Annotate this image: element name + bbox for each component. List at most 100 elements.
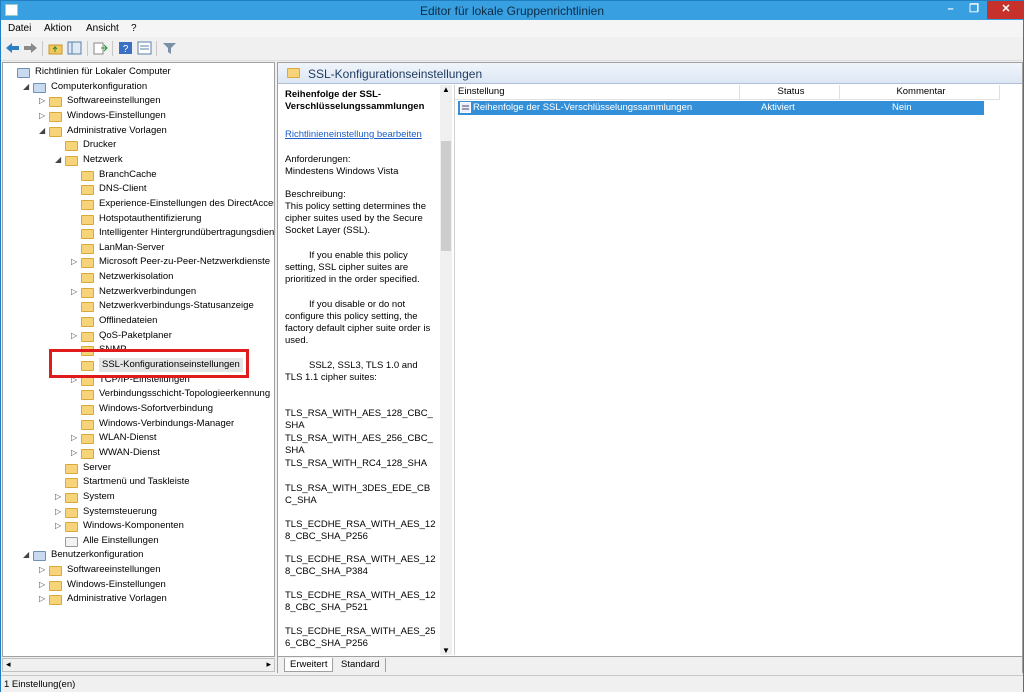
- folder-icon: [49, 566, 62, 577]
- tree-item[interactable]: Netzwerkverbindungs-Statusanzeige: [3, 299, 274, 313]
- folder-icon: [81, 214, 94, 225]
- tree-item[interactable]: Server: [3, 461, 274, 475]
- tree-item[interactable]: ◢ Computerkonfiguration: [3, 80, 274, 94]
- description-paragraph: This policy setting determines the ciphe…: [285, 201, 426, 236]
- tree-item[interactable]: Alle Einstellungen: [3, 534, 274, 548]
- scroll-up-icon[interactable]: ▲: [442, 85, 450, 94]
- folder-icon: [65, 478, 78, 489]
- forward-icon[interactable]: [23, 41, 38, 55]
- collapsed-arrow-icon[interactable]: ▷: [55, 519, 63, 533]
- expanded-arrow-icon[interactable]: ◢: [39, 124, 47, 138]
- scroll-left-icon[interactable]: ◂: [6, 659, 11, 670]
- collapsed-arrow-icon[interactable]: ▷: [71, 446, 79, 460]
- tree-item[interactable]: Drucker: [3, 138, 274, 152]
- tree-item[interactable]: Windows-Sofortverbindung: [3, 402, 274, 416]
- menu-datei[interactable]: Datei: [8, 23, 31, 34]
- tree-item[interactable]: ◢ Netzwerk: [3, 153, 274, 167]
- scroll-right-icon[interactable]: ▸: [266, 659, 271, 670]
- tree-item[interactable]: ▷ WWAN-Dienst: [3, 446, 274, 460]
- tree-item[interactable]: ▷ Softwareeinstellungen: [3, 563, 274, 577]
- menu-help[interactable]: ?: [131, 23, 137, 34]
- table-row[interactable]: Reihenfolge der SSL-Verschlüsselungssamm…: [458, 101, 984, 115]
- filter-icon[interactable]: [162, 41, 177, 55]
- tree-item[interactable]: DNS-Client: [3, 182, 274, 196]
- tree-item[interactable]: Verbindungsschicht-Topologieerkennung: [3, 387, 274, 401]
- tree-item[interactable]: Hotspotauthentifizierung: [3, 212, 274, 226]
- export-icon[interactable]: [93, 41, 108, 55]
- tree-item[interactable]: BranchCache: [3, 168, 274, 182]
- folder-icon: [81, 434, 94, 445]
- tree-item[interactable]: ◢ Benutzerkonfiguration: [3, 548, 274, 562]
- collapsed-arrow-icon[interactable]: ▷: [55, 505, 63, 519]
- tree-item[interactable]: ▷ System: [3, 490, 274, 504]
- collapsed-arrow-icon[interactable]: ▷: [39, 109, 47, 123]
- tree-item[interactable]: Intelligenter Hintergrundübertragungsdie…: [3, 226, 274, 240]
- collapsed-arrow-icon[interactable]: ▷: [39, 578, 47, 592]
- folder-icon: [81, 404, 94, 415]
- status-text: 1 Einstellung(en): [4, 679, 76, 690]
- tree-item[interactable]: ▷ Softwareeinstellungen: [3, 94, 274, 108]
- maximize-button[interactable]: ❐: [963, 1, 985, 19]
- tree-item[interactable]: Netzwerkisolation: [3, 270, 274, 284]
- tree-item-label: Alle Einstellungen: [83, 534, 159, 546]
- tree-item[interactable]: LanMan-Server: [3, 241, 274, 255]
- tree-item[interactable]: Startmenü und Taskleiste: [3, 475, 274, 489]
- scrollbar-thumb[interactable]: [441, 141, 451, 251]
- folder-icon: [65, 141, 78, 152]
- expanded-arrow-icon[interactable]: ◢: [23, 80, 31, 94]
- folder-icon: [81, 229, 94, 240]
- tree-item[interactable]: ▷ Systemsteuerung: [3, 505, 274, 519]
- collapsed-arrow-icon[interactable]: ▷: [39, 94, 47, 108]
- tree-item-label: Administrative Vorlagen: [67, 124, 167, 136]
- back-icon[interactable]: [5, 41, 20, 55]
- expanded-arrow-icon[interactable]: ◢: [55, 153, 63, 167]
- toolbar-separator: [156, 41, 157, 56]
- menu-ansicht[interactable]: Ansicht: [86, 23, 119, 34]
- description-scrollbar[interactable]: ▲ ▼: [440, 85, 452, 655]
- collapsed-arrow-icon[interactable]: ▷: [39, 563, 47, 577]
- details-header: SSL-Konfigurationseinstellungen: [278, 63, 1022, 84]
- tab-erweitert[interactable]: Erweitert: [284, 658, 334, 672]
- collapsed-arrow-icon[interactable]: ▷: [71, 431, 79, 445]
- tree-item[interactable]: ▷ Microsoft Peer-zu-Peer-Netzwerkdienste: [3, 255, 274, 269]
- tree-item[interactable]: Offlinedateien: [3, 314, 274, 328]
- folder-icon: [81, 419, 94, 430]
- computer-icon: [17, 68, 30, 78]
- column-header-status[interactable]: Status: [740, 85, 840, 100]
- edit-policy-link[interactable]: Richtlinieneinstellung bearbeiten: [285, 129, 437, 141]
- folder-icon: [65, 507, 78, 518]
- tree-item[interactable]: ▷ QoS-Paketplaner: [3, 329, 274, 343]
- tree-item[interactable]: Windows-Verbindungs-Manager: [3, 417, 274, 431]
- tree-item[interactable]: Experience-Einstellungen des DirectAcces…: [3, 197, 274, 211]
- app-window: Editor für lokale Gruppenrichtlinien – ❐…: [0, 0, 1024, 692]
- collapsed-arrow-icon[interactable]: ▷: [39, 592, 47, 606]
- collapsed-arrow-icon[interactable]: ▷: [71, 255, 79, 269]
- expanded-arrow-icon[interactable]: ◢: [23, 548, 31, 562]
- tree-item[interactable]: ▷ Netzwerkverbindungen: [3, 285, 274, 299]
- up-folder-icon[interactable]: [48, 41, 63, 55]
- menu-aktion[interactable]: Aktion: [44, 23, 72, 34]
- minimize-button[interactable]: –: [938, 1, 963, 19]
- tree-item[interactable]: ▷ WLAN-Dienst: [3, 431, 274, 445]
- cipher-suite: TLS_ECDHE_RSA_WITH_AES_256_CBC_SHA_P256: [285, 626, 436, 649]
- tree-item[interactable]: ▷ Windows-Einstellungen: [3, 109, 274, 123]
- tree-item[interactable]: ▷ Windows-Komponenten: [3, 519, 274, 533]
- row-comment: Nein: [892, 102, 912, 113]
- tree-item[interactable]: ▷ Administrative Vorlagen: [3, 592, 274, 606]
- properties-icon[interactable]: [137, 41, 152, 55]
- collapsed-arrow-icon[interactable]: ▷: [71, 329, 79, 343]
- tree-item-label: Richtlinien für Lokaler Computer: [35, 66, 171, 77]
- collapsed-arrow-icon[interactable]: ▷: [55, 490, 63, 504]
- tree-item[interactable]: ◢ Administrative Vorlagen: [3, 124, 274, 138]
- tab-standard[interactable]: Standard: [336, 658, 386, 672]
- column-header-comment[interactable]: Kommentar: [840, 85, 1000, 100]
- close-button[interactable]: ✕: [987, 1, 1024, 19]
- show-hide-tree-icon[interactable]: [67, 41, 82, 55]
- column-header-setting[interactable]: Einstellung: [455, 85, 740, 100]
- scroll-down-icon[interactable]: ▼: [442, 646, 450, 655]
- tree-item[interactable]: Richtlinien für Lokaler Computer: [3, 65, 274, 79]
- tree-horizontal-scrollbar[interactable]: ◂ ▸: [2, 658, 275, 672]
- help-icon[interactable]: ?: [118, 41, 133, 55]
- collapsed-arrow-icon[interactable]: ▷: [71, 285, 79, 299]
- tree-item[interactable]: ▷ Windows-Einstellungen: [3, 578, 274, 592]
